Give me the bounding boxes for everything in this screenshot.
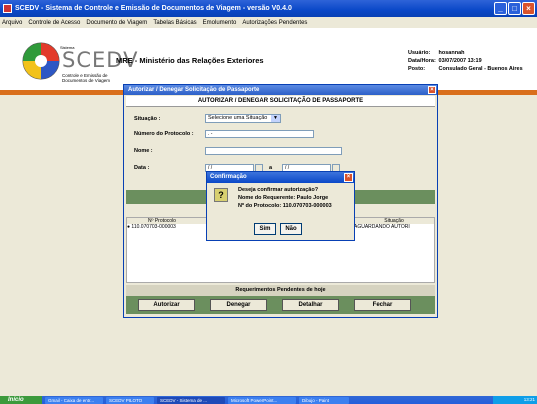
nao-button[interactable]: Não (280, 223, 302, 235)
situacao-label: Situação : (134, 116, 161, 122)
form-heading: AUTORIZAR / DENEGAR SOLICITAÇÃO DE PASSA… (126, 96, 435, 107)
org-title: MRE - Ministério das Relações Exteriores (116, 56, 264, 65)
maximize-icon[interactable]: □ (508, 2, 521, 15)
inner-window-title: Autorizar / Denegar Solicitação de Passa… (128, 87, 260, 93)
menu-bar: Arquivo Controle de Acesso Documento de … (0, 17, 537, 28)
situacao-select-value: Selecione uma Situação (208, 115, 268, 121)
confirm-protocol: Nº do Protocolo: 110.070703-000003 (238, 203, 332, 209)
autorizar-button[interactable]: Autorizar (138, 299, 195, 311)
scedv-logo-icon (22, 42, 60, 80)
user-value: hosannah (438, 50, 465, 56)
fechar-button[interactable]: Fechar (354, 299, 411, 311)
confirm-titlebar: Confirmação × (207, 172, 354, 183)
inner-close-icon[interactable]: × (428, 86, 436, 94)
logo-subtitle: Controle e Emissão de Documentos de Viag… (62, 73, 110, 83)
window-titlebar: SCEDV - Sistema de Controle e Emissão de… (0, 0, 537, 17)
data-label: Data : (134, 165, 150, 171)
app-header: Sistema SCEDV Controle e Emissão de Docu… (0, 28, 537, 90)
nome-label: Nome : (134, 148, 153, 154)
user-info: Usuário: hosannah Data/Hora: 03/07/2007 … (408, 49, 523, 73)
clock: 13:21 (523, 397, 535, 402)
detalhar-button[interactable]: Detalhar (282, 299, 339, 311)
confirmation-dialog: Confirmação × ? Deseja confirmar autoriz… (206, 171, 355, 241)
taskbar: Início Gmail - Caixa de entr... SCEDV PI… (0, 396, 537, 404)
row-situacao: AGUARDANDO AUTORI (354, 224, 410, 230)
protocolo-input[interactable]: . - (205, 130, 314, 138)
confirm-requester: Nome do Requerente: Paulo Jorge (238, 195, 329, 201)
confirm-close-icon[interactable]: × (344, 173, 353, 182)
datetime-label: Data/Hora: (408, 58, 436, 64)
post-value: Consulado Geral - Buenos Aires (438, 66, 523, 72)
menu-controle-acesso[interactable]: Controle de Acesso (28, 20, 80, 26)
task-powerpoint[interactable]: Microsoft PowerPoint... (228, 396, 296, 404)
menu-arquivo[interactable]: Arquivo (2, 20, 22, 26)
confirm-title: Confirmação (210, 174, 247, 180)
task-scedv-piloto[interactable]: SCEDV PILOTO (106, 396, 154, 404)
datetime-value: 03/07/2007 13:19 (438, 58, 482, 64)
denegar-button[interactable]: Denegar (210, 299, 267, 311)
situacao-select[interactable]: Selecione uma Situação ▼ (205, 114, 281, 123)
start-button[interactable]: Início (0, 396, 42, 404)
task-scedv-sistema[interactable]: SCEDV - Sistema de ... (157, 396, 225, 404)
post-label: Posto: (408, 66, 426, 72)
task-paint[interactable]: Dibujo - Paint (299, 396, 349, 404)
confirm-question: Deseja confirmar autorização? (238, 187, 319, 193)
user-label: Usuário: (408, 50, 431, 56)
window-title: SCEDV - Sistema de Controle e Emissão de… (15, 5, 292, 12)
close-icon[interactable]: × (522, 2, 535, 15)
system-tray: 13:21 (493, 396, 537, 404)
row-protocolo: ● 110.070703-000003 (127, 224, 176, 230)
sim-button[interactable]: Sim (254, 223, 276, 235)
protocolo-label: Número do Protocolo : (134, 131, 194, 137)
pending-label: Requerimentos Pendentes de hoje (126, 285, 435, 296)
confirm-message: Deseja confirmar autorização? Nome do Re… (238, 186, 332, 210)
menu-documento-viagem[interactable]: Documento de Viagem (86, 20, 147, 26)
minimize-icon[interactable]: _ (494, 2, 507, 15)
chevron-down-icon[interactable]: ▼ (271, 115, 280, 122)
task-gmail[interactable]: Gmail - Caixa de entr... (45, 396, 103, 404)
inner-window-titlebar: Autorizar / Denegar Solicitação de Passa… (124, 85, 437, 95)
menu-emolumento[interactable]: Emolumento (203, 20, 237, 26)
menu-tabelas-basicas[interactable]: Tabelas Básicas (153, 20, 196, 26)
row-protocolo-value: 110.070703-000003 (131, 224, 176, 230)
logo-subtitle-line2: Documentos de Viagem (62, 78, 110, 83)
question-icon: ? (214, 188, 228, 202)
menu-autorizacoes-pendentes[interactable]: Autorizações Pendentes (242, 20, 307, 26)
action-button-row: Autorizar Denegar Detalhar Fechar (126, 296, 435, 314)
nome-input[interactable] (205, 147, 342, 155)
app-icon (3, 4, 12, 13)
